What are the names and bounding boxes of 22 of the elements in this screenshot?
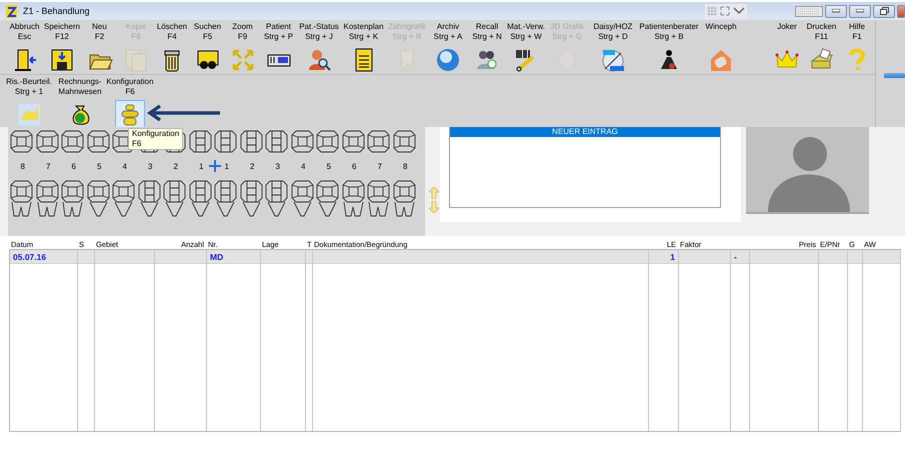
table-cell: 05.07.16 — [10, 250, 78, 264]
tooth-number: 8 — [403, 162, 408, 171]
tooth-number: 7 — [46, 162, 50, 171]
tooth-number: 1 — [199, 162, 204, 171]
tooth-number: 1 — [224, 162, 229, 171]
tooth-number: 4 — [301, 162, 306, 171]
tooth-number: 2 — [250, 162, 254, 171]
tooth-number: 5 — [326, 162, 331, 171]
tooth-number: 6 — [352, 162, 356, 171]
tooth-number: 2 — [174, 162, 178, 171]
table-cell: MD — [207, 250, 261, 264]
tooth-number: 4 — [122, 162, 127, 171]
table-cell: 1 — [649, 250, 679, 264]
window-title: Z1 - Behandlung — [23, 6, 90, 16]
tooltip-shortcut: F6 — [132, 139, 142, 149]
tooth-number: 3 — [148, 162, 152, 171]
tooth-number: 7 — [378, 162, 382, 171]
table-cell: - — [731, 250, 750, 264]
tooth-number: 6 — [72, 162, 76, 171]
tooth-number: 3 — [276, 162, 280, 171]
tooth-number: 5 — [97, 162, 102, 171]
tooth-number: 8 — [20, 162, 25, 171]
